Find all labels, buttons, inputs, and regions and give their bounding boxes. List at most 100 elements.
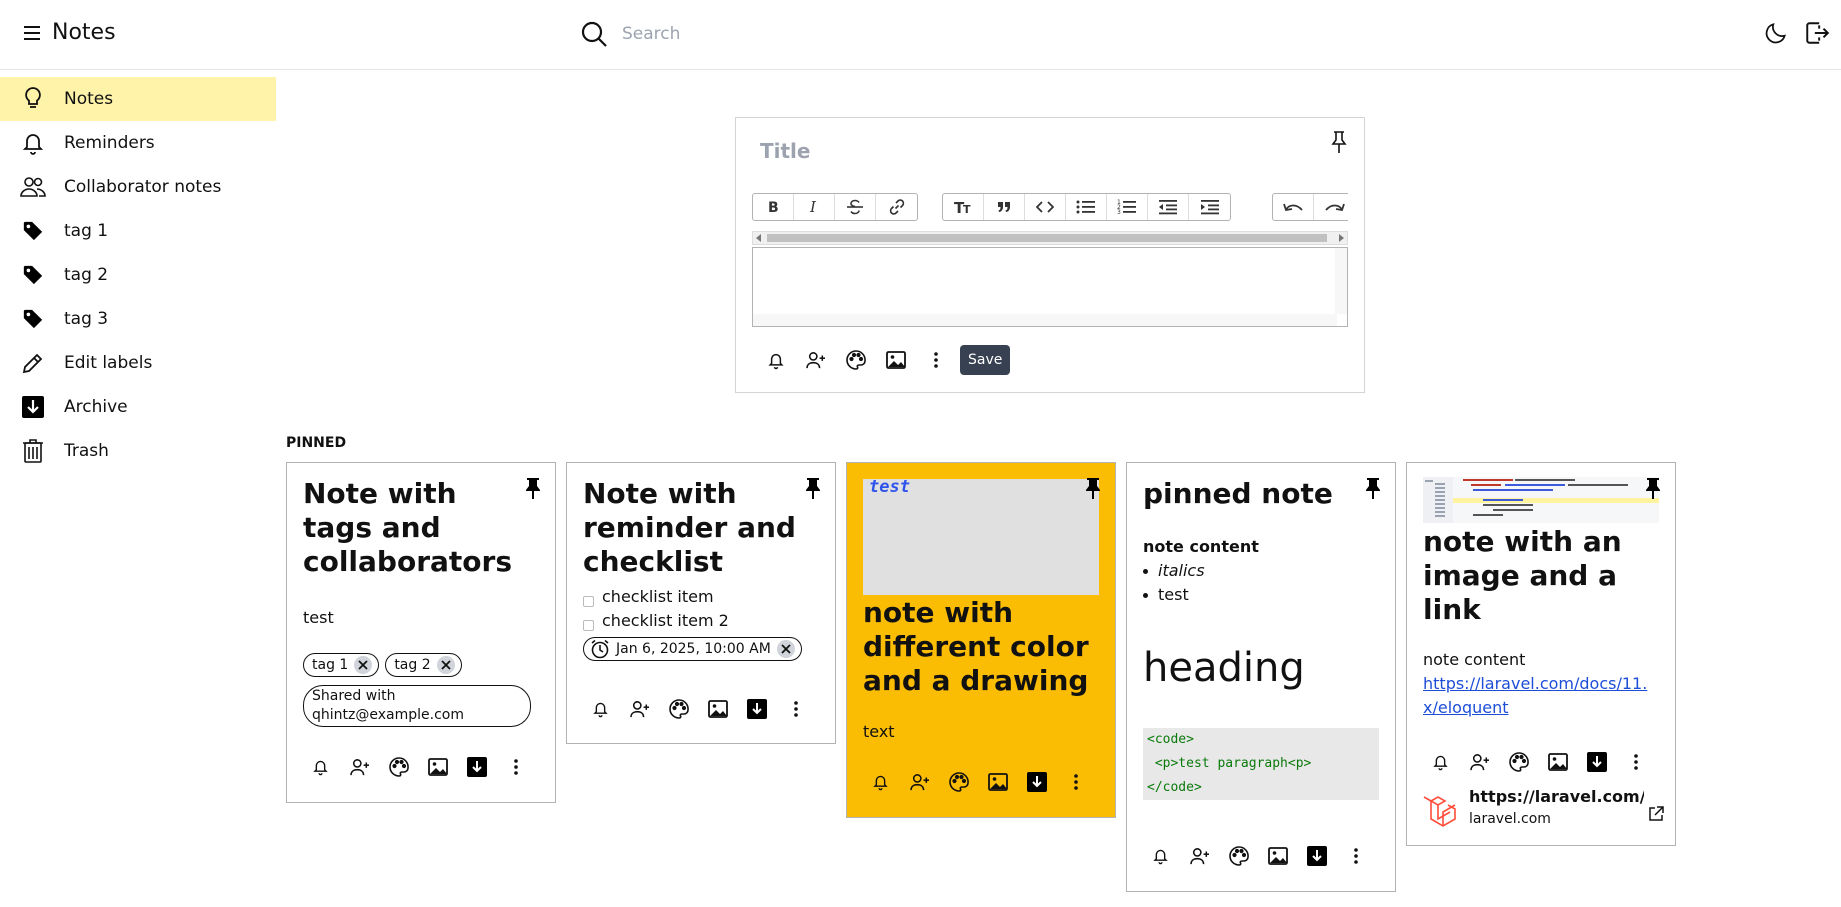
checklist-item[interactable]: checklist item (583, 585, 714, 609)
archive-button[interactable] (1297, 840, 1336, 872)
reminder-button[interactable] (581, 693, 620, 725)
note-image[interactable] (1423, 477, 1659, 523)
link-preview-domain: laravel.com (1469, 811, 1551, 827)
menu-icon[interactable] (20, 21, 44, 45)
reminder-button[interactable] (756, 344, 796, 376)
italic-button[interactable]: I (794, 194, 835, 220)
pin-icon[interactable] (1645, 477, 1661, 499)
image-button[interactable] (418, 751, 457, 783)
sidebar-item-edit-labels[interactable]: Edit labels (0, 341, 276, 385)
add-collaborator-button[interactable] (1460, 746, 1499, 778)
checklist-item[interactable]: checklist item 2 (583, 609, 729, 633)
vertical-scrollbar[interactable] (1335, 248, 1347, 314)
strikethrough-button[interactable] (835, 194, 876, 220)
bold-button[interactable]: B (753, 194, 794, 220)
palette-button[interactable] (836, 344, 876, 376)
pin-icon[interactable] (525, 477, 541, 499)
toolbar-group-block: TT 123 (942, 193, 1231, 221)
palette-button[interactable] (1499, 746, 1538, 778)
sidebar-item-tag-2[interactable]: tag 2 (0, 253, 276, 297)
palette-button[interactable] (939, 766, 978, 798)
search-input[interactable] (622, 20, 1222, 48)
palette-button[interactable] (1219, 840, 1258, 872)
logout-icon[interactable] (1804, 20, 1830, 46)
note-card[interactable]: Note with reminder and checklist checkli… (566, 462, 836, 744)
note-link[interactable]: https://laravel.com/docs/11.x/eloquent (1423, 672, 1659, 720)
toolbar-scrollbar[interactable] (752, 231, 1348, 245)
pin-icon[interactable] (805, 477, 821, 499)
more-options-icon[interactable] (1616, 746, 1655, 778)
archive-button[interactable] (1017, 766, 1056, 798)
more-options-icon[interactable] (496, 751, 535, 783)
tag-chip[interactable]: tag 1 (303, 653, 380, 677)
sidebar-item-label: Collaborator notes (64, 177, 222, 197)
redo-button[interactable] (1314, 194, 1348, 220)
more-options-icon[interactable] (1336, 840, 1375, 872)
heading-button[interactable]: TT (943, 194, 984, 220)
external-link-icon[interactable] (1647, 805, 1665, 823)
image-button[interactable] (978, 766, 1017, 798)
sidebar-item-reminders[interactable]: Reminders (0, 121, 276, 165)
more-options-icon[interactable] (916, 344, 956, 376)
add-collaborator-button[interactable] (796, 344, 836, 376)
image-button[interactable] (1538, 746, 1577, 778)
add-collaborator-button[interactable] (340, 751, 379, 783)
archive-button[interactable] (1577, 746, 1616, 778)
outdent-button[interactable] (1148, 194, 1189, 220)
reminder-button[interactable] (1421, 746, 1460, 778)
note-card[interactable]: test note with different color and a dra… (846, 462, 1116, 818)
archive-button[interactable] (737, 693, 776, 725)
palette-button[interactable] (379, 751, 418, 783)
sidebar-item-tag-1[interactable]: tag 1 (0, 209, 276, 253)
undo-button[interactable] (1273, 194, 1314, 220)
sidebar-item-collaborator-notes[interactable]: Collaborator notes (0, 165, 276, 209)
note-card[interactable]: pinned note note content italics test he… (1126, 462, 1396, 892)
drawing-image[interactable]: test (863, 477, 1099, 595)
image-button[interactable] (1258, 840, 1297, 872)
sidebar-item-archive[interactable]: Archive (0, 385, 276, 429)
save-button[interactable]: Save (960, 345, 1011, 375)
note-card[interactable]: note with an image and a link note conte… (1406, 462, 1676, 846)
sidebar-item-label: Notes (64, 89, 114, 109)
title-input[interactable] (760, 136, 1280, 166)
more-options-icon[interactable] (1056, 766, 1095, 798)
link-button[interactable] (876, 194, 917, 220)
add-collaborator-button[interactable] (900, 766, 939, 798)
image-button[interactable] (698, 693, 737, 725)
tag-chip[interactable]: tag 2 (385, 653, 462, 677)
horizontal-scrollbar[interactable] (753, 314, 1337, 326)
note-body-textarea[interactable] (752, 247, 1348, 327)
code-button[interactable] (1025, 194, 1066, 220)
pin-icon[interactable] (1085, 477, 1101, 499)
sidebar-item-notes[interactable]: Notes (0, 77, 276, 121)
image-button[interactable] (876, 344, 916, 376)
archive-button[interactable] (457, 751, 496, 783)
pin-icon[interactable] (1328, 130, 1350, 154)
link-preview[interactable]: https://laravel.com/do laravel.com (1421, 785, 1667, 835)
reminder-chip[interactable]: Jan 6, 2025, 10:00 AM (583, 637, 802, 661)
sidebar-item-tag-3[interactable]: tag 3 (0, 297, 276, 341)
add-collaborator-button[interactable] (620, 693, 659, 725)
lightbulb-icon (20, 86, 46, 112)
palette-button[interactable] (659, 693, 698, 725)
add-collaborator-button[interactable] (1180, 840, 1219, 872)
reminder-button[interactable] (301, 751, 340, 783)
close-icon[interactable] (436, 656, 455, 674)
checkbox[interactable] (583, 619, 594, 631)
close-icon[interactable] (776, 640, 795, 658)
reminder-button[interactable] (1141, 840, 1180, 872)
sidebar-item-trash[interactable]: Trash (0, 429, 276, 473)
reminder-button[interactable] (861, 766, 900, 798)
indent-button[interactable] (1189, 194, 1230, 220)
svg-text:B: B (768, 200, 779, 215)
more-options-icon[interactable] (776, 693, 815, 725)
bullet-list-button[interactable] (1066, 194, 1107, 220)
search-icon[interactable] (580, 20, 608, 48)
numbered-list-button[interactable]: 123 (1107, 194, 1148, 220)
quote-button[interactable] (984, 194, 1025, 220)
note-card[interactable]: Note with tags and collaborators test ta… (286, 462, 556, 803)
moon-icon[interactable] (1763, 20, 1789, 46)
checkbox[interactable] (583, 595, 594, 607)
close-icon[interactable] (354, 656, 373, 674)
pin-icon[interactable] (1365, 477, 1381, 499)
